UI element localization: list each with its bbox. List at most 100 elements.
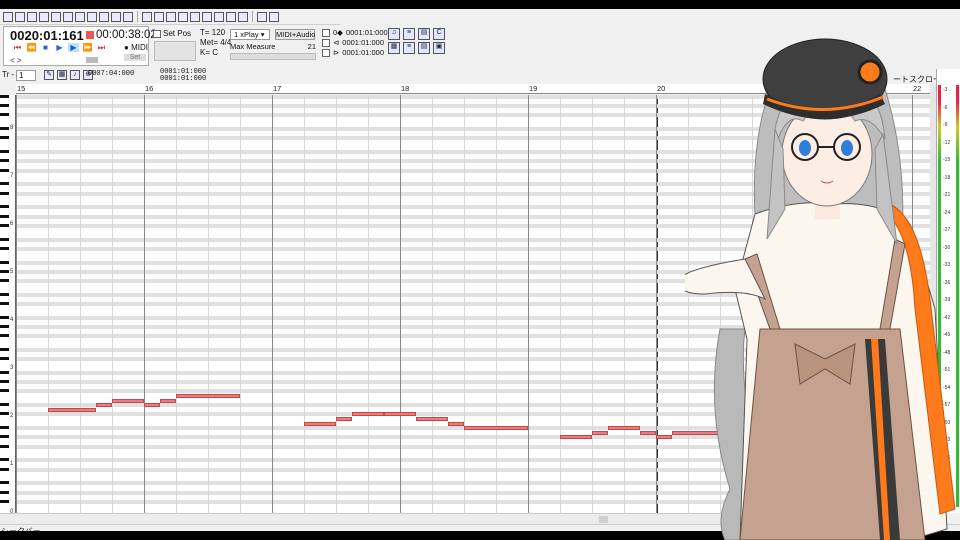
rewind-button[interactable]: ⏪ — [26, 43, 37, 52]
black-key[interactable] — [0, 182, 9, 186]
midi-note[interactable] — [608, 426, 640, 431]
midi-note[interactable] — [464, 426, 528, 431]
folder-icon[interactable] — [63, 11, 73, 22]
midi-note[interactable] — [96, 403, 112, 408]
black-key[interactable] — [0, 444, 9, 448]
copy-icon[interactable] — [178, 11, 188, 22]
marker-buttons[interactable] — [154, 41, 196, 61]
new-file-icon[interactable] — [3, 11, 13, 22]
set-pos-checkbox[interactable]: Set Pos — [153, 29, 191, 38]
black-key[interactable] — [0, 315, 9, 319]
vol-icon[interactable]: ▤ — [418, 42, 430, 54]
list-icon[interactable] — [99, 11, 109, 22]
black-key[interactable] — [0, 292, 9, 296]
black-key[interactable] — [0, 150, 9, 154]
black-key[interactable] — [0, 325, 9, 328]
black-key[interactable] — [0, 214, 9, 218]
max-measure-slider[interactable] — [230, 53, 316, 60]
loop-checkbox[interactable] — [322, 39, 330, 47]
stop-button[interactable]: ■ — [40, 43, 51, 52]
transport-slider-thumb[interactable] — [86, 57, 98, 63]
midi-audio-button[interactable]: MIDI+Audio — [275, 29, 315, 40]
midi-note[interactable] — [112, 398, 144, 403]
black-key[interactable] — [0, 302, 9, 305]
piano-keyboard[interactable]: 876543210 — [0, 95, 16, 513]
loop-row[interactable]: ⊲ 0001:01:000 — [322, 38, 388, 48]
black-key[interactable] — [0, 95, 9, 98]
cut-icon[interactable] — [166, 11, 176, 22]
loop-checkbox[interactable] — [322, 49, 330, 57]
export-icon[interactable] — [111, 11, 121, 22]
black-key[interactable] — [0, 205, 9, 209]
black-key[interactable] — [0, 246, 9, 250]
rewind-start-button[interactable]: ⏮ — [12, 43, 23, 52]
horizontal-scrollbar[interactable] — [0, 513, 936, 524]
set-pos-box[interactable] — [153, 29, 161, 38]
black-key[interactable] — [0, 334, 9, 338]
page-icon[interactable] — [87, 11, 97, 22]
midi-note[interactable] — [560, 435, 592, 440]
pencil-icon[interactable]: ✎ — [44, 70, 54, 80]
piano-icon[interactable] — [269, 11, 279, 22]
undo-icon[interactable] — [142, 11, 152, 22]
transport-arrows[interactable]: < > — [10, 56, 22, 65]
black-key[interactable] — [0, 403, 9, 407]
measure-ruler[interactable]: 15 16 17 18 19 20 21 22 — [16, 84, 930, 94]
export-midi-icon[interactable] — [123, 11, 133, 22]
play-button[interactable]: ▶ — [68, 43, 79, 52]
forward-end-button[interactable]: ⏭ — [96, 43, 107, 52]
black-key[interactable] — [0, 481, 9, 485]
midi-note[interactable] — [640, 430, 656, 435]
set-button[interactable]: Set — [124, 54, 146, 61]
black-key[interactable] — [0, 127, 9, 131]
redo-icon[interactable] — [154, 11, 164, 22]
piano-roll-grid[interactable] — [16, 95, 930, 513]
midi-note[interactable] — [352, 412, 384, 417]
midi-note[interactable] — [336, 417, 352, 421]
black-key[interactable] — [0, 435, 9, 439]
note-length-icon[interactable]: ♪ — [70, 70, 80, 80]
black-key[interactable] — [0, 357, 9, 361]
black-key[interactable] — [0, 380, 9, 384]
volume-icon[interactable]: ▤ — [418, 28, 430, 40]
black-key[interactable] — [0, 371, 9, 374]
midi-note[interactable] — [144, 403, 160, 408]
black-key[interactable] — [0, 426, 9, 430]
midi-note[interactable] — [656, 435, 672, 440]
black-key[interactable] — [0, 237, 9, 241]
black-key[interactable] — [0, 279, 9, 282]
reload-icon[interactable] — [51, 11, 61, 22]
black-key[interactable] — [0, 223, 9, 227]
black-key[interactable] — [0, 499, 9, 503]
midi-note[interactable] — [384, 412, 416, 417]
loop-row[interactable]: ⊳ 0001:01:000 — [322, 48, 388, 58]
midi-note[interactable] — [448, 421, 464, 426]
midi-note[interactable] — [304, 421, 336, 426]
black-key[interactable] — [0, 191, 9, 195]
open-folder-icon[interactable] — [75, 11, 85, 22]
black-key[interactable] — [0, 168, 9, 172]
select-list-icon[interactable] — [238, 11, 248, 22]
black-key[interactable] — [0, 104, 9, 108]
track-number-input[interactable]: 1 — [16, 70, 36, 81]
save-icon[interactable] — [27, 11, 37, 22]
black-key[interactable] — [0, 260, 9, 264]
grid-icon[interactable]: ▦ — [57, 70, 67, 80]
prog-icon[interactable]: ▦ — [388, 42, 400, 54]
fast-forward-button[interactable]: ⏩ — [82, 43, 93, 52]
midi-note[interactable] — [176, 394, 240, 398]
black-key[interactable] — [0, 490, 9, 494]
black-key[interactable] — [0, 113, 9, 117]
black-key[interactable] — [0, 467, 9, 471]
black-key[interactable] — [0, 348, 9, 351]
midi-note[interactable] — [160, 398, 176, 403]
plugin-icon[interactable]: ▣ — [433, 42, 445, 54]
mixer-icon[interactable]: ♫ — [388, 28, 400, 40]
select-all-icon[interactable] — [214, 11, 224, 22]
paste-icon[interactable] — [190, 11, 200, 22]
black-key[interactable] — [0, 136, 9, 140]
open-file-icon[interactable] — [15, 11, 25, 22]
loop-checkbox[interactable] — [322, 29, 330, 37]
black-key[interactable] — [0, 389, 9, 393]
scroll-thumb[interactable] — [599, 516, 608, 523]
